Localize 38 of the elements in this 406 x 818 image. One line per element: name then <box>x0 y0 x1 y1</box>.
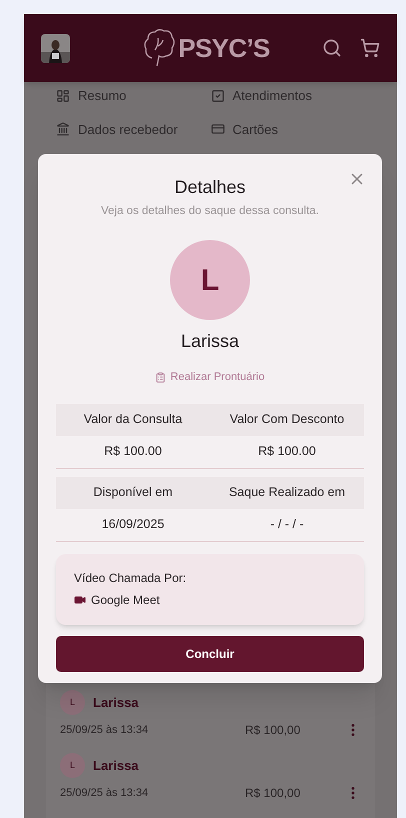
logo-text: PSYC’S <box>178 32 270 64</box>
dialog-title: Detalhes <box>174 176 246 199</box>
bank-icon <box>56 122 70 136</box>
brain-tree-logo-icon <box>142 28 176 68</box>
avatar: L <box>170 240 250 320</box>
conclude-button[interactable]: Concluir <box>56 636 364 672</box>
menu-item[interactable]: Resumo <box>56 86 210 106</box>
credit-card-icon <box>210 122 224 136</box>
clipboard-icon <box>155 372 166 383</box>
client-name: Larissa <box>93 694 139 712</box>
medical-record-link[interactable]: Realizar Prontuário <box>155 369 265 386</box>
video-call-label: Vídeo Chamada Por: <box>74 570 188 588</box>
video-camera-icon <box>74 594 86 606</box>
menu-item[interactable]: Dados recebedor <box>56 120 210 139</box>
column-header: Valor Com Desconto <box>228 411 346 428</box>
amount-text: R$ 100,00 <box>245 722 302 739</box>
amount-text: R$ 100,00 <box>245 785 302 802</box>
avatar: L <box>60 690 85 715</box>
table-cell-text: R$ 100.00 <box>257 443 317 460</box>
platform-name: Google Meet <box>91 592 160 610</box>
column-header: Disponível em <box>92 484 174 502</box>
menu-item[interactable]: Atendimentos <box>210 86 365 106</box>
search-icon[interactable] <box>322 38 342 58</box>
checkbox-icon <box>210 88 224 103</box>
table-cell-text: R$ 100.00 <box>103 443 163 460</box>
date-text: 25/09/25 às 13:34 <box>60 722 150 738</box>
cart-icon[interactable] <box>360 38 380 58</box>
table-cell-text: - / - / - <box>269 516 305 534</box>
avatar: L <box>60 753 85 778</box>
dialog-subtitle: Veja os detalhes do saque dessa consulta. <box>100 204 320 219</box>
table-cell-text: 16/09/2025 <box>100 516 166 534</box>
menu-item[interactable]: Cartões <box>210 120 365 139</box>
dashboard-icon <box>56 88 70 103</box>
client-name: Larissa <box>93 756 139 775</box>
date-text: 25/09/25 às 13:34 <box>60 786 150 801</box>
column-header: Valor da Consulta <box>82 411 184 428</box>
column-header: Saque Realizado em <box>228 484 346 502</box>
client-name: Larissa <box>180 330 240 354</box>
